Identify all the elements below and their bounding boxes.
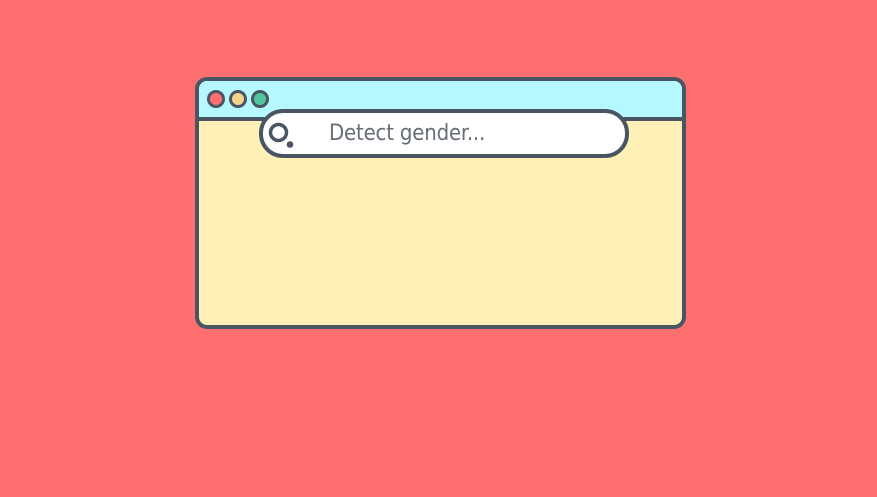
minimize-window-button[interactable]	[229, 90, 247, 108]
search-input[interactable]: Detect gender...	[259, 109, 629, 158]
search-placeholder: Detect gender...	[329, 121, 486, 146]
close-window-button[interactable]	[207, 90, 225, 108]
maximize-window-button[interactable]	[251, 90, 269, 108]
search-icon	[268, 122, 294, 148]
browser-window: Detect gender...	[195, 77, 686, 329]
